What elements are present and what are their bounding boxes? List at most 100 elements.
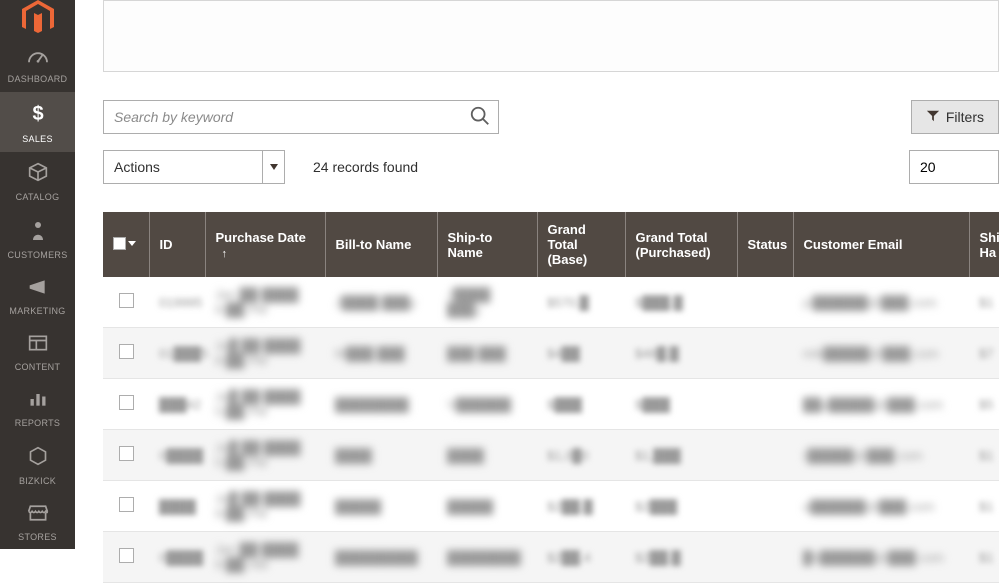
sidebar-item-dashboard[interactable]: DASHBOARD (0, 36, 75, 92)
page-size-input[interactable] (909, 150, 999, 184)
cell-date: Ja█ ██ ████ 5:██ PM (215, 389, 300, 419)
sidebar-item-label: CATALOG (16, 192, 60, 202)
col-header-bill-to[interactable]: Bill-to Name (325, 212, 437, 277)
table-row[interactable]: ████Ja█ ██ ████ 9:██ PM██████████$2██.█$… (103, 481, 999, 532)
cell-email: █b██████@███.com (803, 550, 944, 565)
cell-ship-to: J████ ███y (447, 287, 490, 317)
toolbar-row-1: Filters (103, 100, 999, 134)
row-checkbox[interactable] (119, 548, 134, 563)
actions-label: Actions (104, 159, 160, 175)
cell-date: Ja█ ██ ████ 5:██ PM (215, 440, 300, 470)
row-checkbox[interactable] (119, 446, 134, 461)
main-content: Filters Actions 24 records found ID Purc… (75, 0, 999, 549)
cell-date: Ja█ ██ ████ 9:██ PM (215, 491, 300, 521)
row-checkbox[interactable] (119, 395, 134, 410)
magento-logo-icon (22, 0, 54, 36)
cell-bill-to: ████ (335, 448, 372, 463)
cell-ship-to: ████████ (447, 550, 521, 565)
sidebar-item-content[interactable]: CONTENT (0, 324, 75, 380)
cell-id: 0████ (159, 448, 203, 463)
table-row[interactable]: 019995 Jan ██ ████ 9:██ PM J████ ███y J████… (103, 277, 999, 328)
layout-icon (28, 334, 48, 358)
cell-id: ███42 (159, 397, 201, 412)
col-header-checkbox[interactable] (103, 212, 149, 277)
sidebar-item-label: STORES (18, 532, 57, 542)
cell-ship-to: ███ ███ (447, 346, 506, 361)
cell-gtp: $2███ (635, 499, 677, 514)
cell-gtb: $4██ (547, 346, 580, 361)
search-input[interactable] (103, 100, 499, 134)
sidebar-item-reports[interactable]: REPORTS (0, 380, 75, 436)
col-header-customer-email[interactable]: Customer Email (793, 212, 969, 277)
cell-bill-to: M███ ███ (335, 346, 405, 361)
admin-sidebar: DASHBOARD $ SALES CATALOG CUSTOMERS MARK… (0, 0, 75, 549)
filters-button[interactable]: Filters (911, 100, 999, 134)
cell-ship-handle: $5 (979, 397, 993, 412)
sidebar-item-stores[interactable]: STORES (0, 494, 75, 550)
cell-ship-to: V██████ (447, 397, 511, 412)
cell-id: ████ (159, 499, 196, 514)
megaphone-icon (28, 278, 48, 302)
cell-gtb: $570.█ (547, 295, 589, 310)
notice-bar (103, 0, 999, 72)
cell-gtp: $48█.█ (635, 346, 679, 361)
cell-ship-handle: $1 (979, 448, 993, 463)
row-checkbox[interactable] (119, 293, 134, 308)
row-checkbox[interactable] (119, 497, 134, 512)
col-header-status[interactable]: Status (737, 212, 793, 277)
cell-date: Jan ██ ████ 9:██ PM (215, 287, 298, 317)
cell-email: r█████@███.com (803, 448, 922, 463)
toolbar-row-2: Actions 24 records found (103, 150, 999, 184)
search-wrap (103, 100, 499, 134)
cell-gtp: $███ (635, 397, 670, 412)
gauge-icon (27, 46, 49, 70)
cell-date: Jan ██ ████ 9:██ HM (215, 542, 298, 572)
cell-id: 01███5 (159, 346, 208, 361)
cell-ship-to: █████ (447, 499, 493, 514)
chevron-down-icon (262, 151, 284, 183)
cell-ship-handle: $1 (979, 499, 993, 514)
sidebar-item-label: DASHBOARD (8, 74, 68, 84)
cell-bill-to: ████████ (335, 397, 409, 412)
cell-bill-to: █████████ (335, 550, 418, 565)
table-row[interactable]: 0████Ja█ ██ ████ 5:██ PM████████$1,0█0$1… (103, 430, 999, 481)
hex-icon (28, 446, 48, 472)
funnel-icon (926, 109, 940, 126)
person-icon (31, 220, 45, 246)
col-header-id[interactable]: ID (149, 212, 205, 277)
sidebar-item-label: REPORTS (15, 418, 60, 428)
cell-email: jc██████@███.com (803, 295, 937, 310)
table-row[interactable]: 01███5Ja█ ██ ████ 8:██ PMM███ ██████ ███… (103, 328, 999, 379)
table-row[interactable]: ███42 Ja█ ██ ████ 5:██ PM ████████ V██████ $… (103, 379, 999, 430)
sidebar-item-catalog[interactable]: CATALOG (0, 152, 75, 210)
col-header-grand-total-purchased[interactable]: Grand Total (Purchased) (625, 212, 737, 277)
cell-id: 019995 (159, 295, 202, 310)
cell-gtb: $2██.4 (547, 550, 591, 565)
search-icon[interactable] (469, 105, 491, 130)
col-header-purchase-date[interactable]: Purchase Date↑ (205, 212, 325, 277)
sidebar-item-label: MARKETING (9, 306, 65, 316)
records-found: 24 records found (313, 159, 418, 175)
sidebar-item-customers[interactable]: CUSTOMERS (0, 210, 75, 268)
actions-select[interactable]: Actions (103, 150, 285, 184)
sidebar-item-sales[interactable]: $ SALES (0, 92, 75, 152)
table-row[interactable]: 0████Jan ██ ████ 9:██ HM████████████████… (103, 532, 999, 583)
cell-ship-handle: $7 (979, 346, 993, 361)
cell-bill-to: J████ ███y (335, 295, 416, 310)
cell-ship-handle: $1 (979, 295, 993, 310)
storefront-icon (27, 504, 49, 528)
col-header-ship-to[interactable]: Ship-to Name (437, 212, 537, 277)
magento-logo[interactable] (0, 0, 75, 36)
col-header-grand-total-base[interactable]: Grand Total (Base) (537, 212, 625, 277)
cell-ship-to: ████ (447, 448, 484, 463)
sidebar-item-marketing[interactable]: MARKETING (0, 268, 75, 324)
sidebar-item-bizkick[interactable]: BIZKICK (0, 436, 75, 494)
chevron-down-icon (128, 241, 136, 246)
cell-gtp: $███.█ (635, 295, 683, 310)
filters-label: Filters (946, 109, 984, 125)
bars-icon (28, 390, 48, 414)
col-header-ship-handle[interactable]: Ship Ha (969, 212, 999, 277)
cell-bill-to: █████ (335, 499, 381, 514)
cell-gtb: $███ (547, 397, 582, 412)
row-checkbox[interactable] (119, 344, 134, 359)
